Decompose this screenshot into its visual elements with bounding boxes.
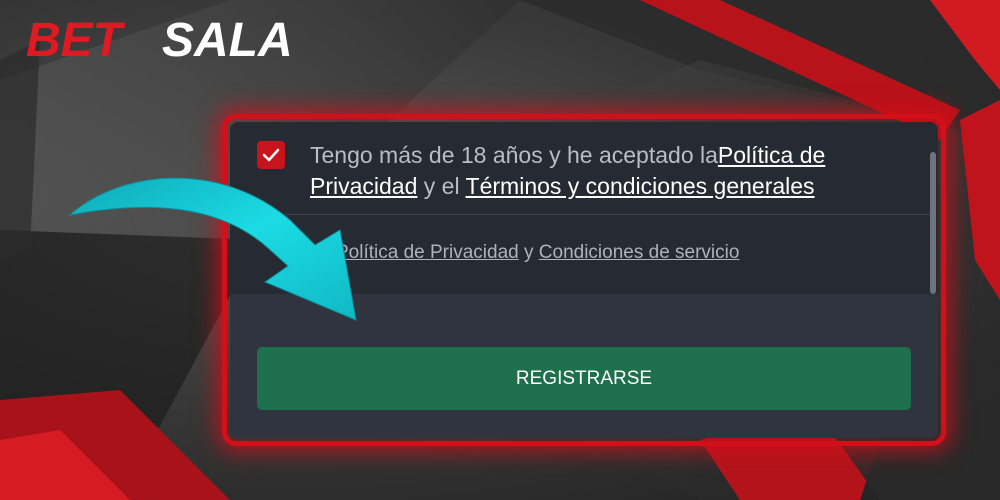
service-conditions-link[interactable]: Condiciones de servicio: [539, 242, 740, 263]
consent-text: Tengo más de 18 años y he aceptado laPol…: [310, 140, 910, 202]
page-background: BET SALA Tengo más de 18 años y he acept…: [0, 0, 1000, 500]
betsala-logo[interactable]: BET SALA: [22, 14, 362, 66]
legal-links: Política de Privacidad y Condiciones de …: [336, 242, 739, 264]
scrollbar[interactable]: [930, 152, 936, 294]
logo-text-sala: SALA: [162, 14, 293, 66]
logo-text-bet: BET: [26, 14, 126, 66]
terms-link[interactable]: Términos y condiciones generales: [466, 173, 815, 199]
register-button[interactable]: REGISTRARSE: [257, 347, 911, 410]
consent-text-middle: y el: [417, 173, 466, 199]
legal-links-separator: y: [518, 242, 539, 263]
arrow-pointer: [68, 177, 357, 321]
